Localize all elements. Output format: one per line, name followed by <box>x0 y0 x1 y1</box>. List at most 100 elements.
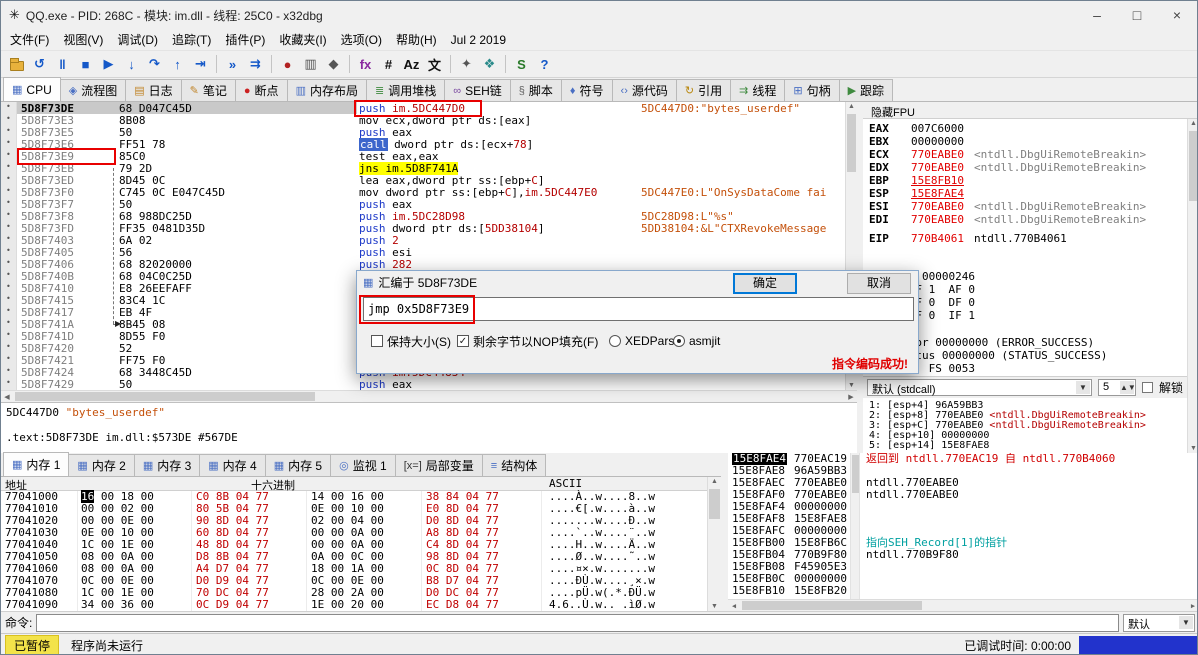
stack-vscrollbar[interactable] <box>850 453 860 599</box>
tab-script[interactable]: § 脚本 <box>509 79 562 101</box>
dump-pane[interactable]: 地址 十六进制 ASCII 77041000 16 00 18 00 C0 8B 0… <box>1 477 707 611</box>
argument-row[interactable]: 2: [esp+8] 770EABE0 <ntdll.DbgUiRemoteBr… <box>863 410 1187 420</box>
disasm-row[interactable]: • 5D8F73E6 FF51 78 call dword ptr ds:[ecx+7… <box>1 138 845 151</box>
disasm-row[interactable]: • 5D8F7429 50 push eax <box>1 378 845 390</box>
scroll-left-icon[interactable]: ◀ <box>730 602 738 610</box>
breakpoint-dot-icon[interactable]: • <box>6 366 11 375</box>
breakpoint-dot-icon[interactable]: • <box>6 270 11 279</box>
menu-favourites[interactable]: 收藏夹(I) <box>272 29 333 50</box>
disasm-row[interactable]: • 5D8F73E5 50 push eax <box>1 126 845 139</box>
breakpoint-dot-icon[interactable]: • <box>6 210 11 219</box>
scroll-left-icon[interactable]: ◀ <box>3 393 11 401</box>
tab-call-stack[interactable]: ≣ 调用堆栈 <box>365 79 446 101</box>
maximize-button[interactable]: □ <box>1117 1 1157 29</box>
breakpoint-dot-icon[interactable]: • <box>6 138 11 147</box>
stop-icon[interactable]: ■ <box>75 54 96 75</box>
step-into-icon[interactable]: ↓ <box>121 54 142 75</box>
breakpoint-dot-icon[interactable]: • <box>6 354 11 363</box>
run-icon[interactable]: ▶ <box>98 54 119 75</box>
command-input[interactable] <box>36 613 1119 632</box>
argument-row[interactable]: 1: [esp+4] 96A59BB3 <box>863 400 1187 410</box>
tab-memory-5[interactable]: ▦ 内存 5 <box>264 454 332 476</box>
argument-row[interactable]: 5: [esp+14] 15E8FAE8 <box>863 440 1187 450</box>
scroll-down-icon[interactable]: ▼ <box>708 603 721 610</box>
hardware-breakpoint-icon[interactable]: ◆ <box>323 54 344 75</box>
register-row-ecx[interactable]: ECX 770EABE0 <ntdll.DbgUiRemoteBreakin> <box>863 148 1187 161</box>
breakpoint-dot-icon[interactable]: • <box>6 102 11 111</box>
step-out-icon[interactable]: ↑ <box>167 54 188 75</box>
registers-scrollbar[interactable]: ▲ ▼ <box>1187 119 1197 453</box>
tab-memory-2[interactable]: ▦ 内存 2 <box>68 454 135 476</box>
disasm-row[interactable]: • 5D8F73ED 8D45 0C lea eax,dword ptr ss:[eb… <box>1 174 845 187</box>
disasm-row[interactable]: • 5D8F7405 56 push esi <box>1 246 845 259</box>
menu-plugins[interactable]: 插件(P) <box>218 29 272 50</box>
menu-help[interactable]: 帮助(H) <box>389 29 444 50</box>
breakpoint-dot-icon[interactable]: • <box>6 150 11 159</box>
language-icon[interactable]: 文 <box>424 54 445 75</box>
help-icon[interactable]: ? <box>534 54 555 75</box>
step-over-icon[interactable]: ↷ <box>144 54 165 75</box>
argument-row[interactable]: 4: [esp+10] 00000000 <box>863 430 1187 440</box>
disasm-row[interactable]: • 5D8F7406 68 82020000 push 282 <box>1 258 845 271</box>
scylla-icon[interactable]: S <box>511 54 532 75</box>
disassembly-hscrollbar[interactable]: ◀ ▶ <box>1 390 857 402</box>
breakpoint-dot-icon[interactable]: • <box>6 126 11 135</box>
breakpoint-dot-icon[interactable]: • <box>6 294 11 303</box>
unlock-checkbox[interactable] <box>1141 382 1153 393</box>
breakpoint-dot-icon[interactable]: • <box>6 306 11 315</box>
breakpoint-dot-icon[interactable]: • <box>6 234 11 243</box>
breakpoint-dot-icon[interactable]: • <box>6 162 11 171</box>
pause-icon[interactable]: ‖ <box>52 54 73 75</box>
register-row-ebp[interactable]: EBP 15E8FB10 <box>863 174 1187 187</box>
stack-pane[interactable]: 15E8FAE4 770EAC19 返回到 ntdll.770EAC19 自 ntd… <box>728 453 1197 611</box>
tab-memory-4[interactable]: ▦ 内存 4 <box>199 454 266 476</box>
tab-references[interactable]: ↻ 引用 <box>675 79 732 101</box>
breakpoint-dot-icon[interactable]: • <box>6 258 11 267</box>
cancel-button[interactable]: 取消 <box>847 273 911 294</box>
scroll-right-icon[interactable]: ▶ <box>847 393 855 401</box>
tab-seh[interactable]: ∞ SEH链 <box>444 79 511 101</box>
scroll-up-icon[interactable]: ▲ <box>846 103 857 110</box>
breakpoint-dot-icon[interactable]: • <box>6 378 11 387</box>
scroll-up-icon[interactable]: ▲ <box>708 478 721 485</box>
breakpoint-dot-icon[interactable]: • <box>6 186 11 195</box>
stack-hscrollbar[interactable]: ◀ ▶ <box>728 599 1197 611</box>
scroll-down-icon[interactable]: ▼ <box>1188 445 1197 452</box>
argument-row[interactable]: 3: [esp+C] 770EABE0 <ntdll.DbgUiRemoteBr… <box>863 420 1187 430</box>
highlight-fx-icon[interactable]: fx <box>355 54 376 75</box>
breakpoint-dot-icon[interactable]: • <box>6 198 11 207</box>
register-row-edi[interactable]: EDI 770EABE0 <ntdll.DbgUiRemoteBreakin> <box>863 213 1187 226</box>
tab-cpu[interactable]: ▦ CPU <box>3 77 61 101</box>
calling-convention-select[interactable]: 默认 (stdcall) ▼ <box>867 379 1092 396</box>
restart-icon[interactable]: ↺ <box>29 54 50 75</box>
close-button[interactable]: × <box>1157 1 1197 29</box>
run-to-cursor-icon[interactable]: ⇥ <box>190 54 211 75</box>
register-row-edx[interactable]: EDX 770EABE0 <ntdll.DbgUiRemoteBreakin> <box>863 161 1187 174</box>
scroll-up-icon[interactable]: ▲ <box>1188 120 1197 127</box>
breakpoint-dot-icon[interactable]: • <box>6 222 11 231</box>
hide-fpu-button[interactable]: 隐藏FPU <box>863 102 1197 119</box>
plugin-icon[interactable]: ❖ <box>479 54 500 75</box>
bottom-splitter[interactable] <box>721 453 728 611</box>
breakpoint-dot-icon[interactable]: • <box>6 330 11 339</box>
command-profile-select[interactable]: 默认 ▼ <box>1123 613 1195 632</box>
tab-graph[interactable]: ◈ 流程图 <box>59 79 127 101</box>
menu-view[interactable]: 视图(V) <box>56 29 110 50</box>
disasm-row[interactable]: • 5D8F73F0 C745 0C E047C45D mov dword ptr s… <box>1 186 845 199</box>
tab-memory-3[interactable]: ▦ 内存 3 <box>133 454 201 476</box>
tab-notes[interactable]: ✎ 笔记 <box>180 79 236 101</box>
breakpoint-dot-icon[interactable]: • <box>6 114 11 123</box>
register-row-esp[interactable]: ESP 15E8FAE4 <box>863 187 1187 200</box>
disasm-row[interactable]: • 5D8F73F8 68 988DC25D push im.5DC28D98 5DC2… <box>1 210 845 223</box>
memory-map-icon[interactable]: ▥ <box>300 54 321 75</box>
settings-icon[interactable]: ✦ <box>456 54 477 75</box>
disasm-row[interactable]: • 5D8F73EB 79 2D jns im.5D8F741A <box>1 162 845 175</box>
calculator-icon[interactable]: # <box>378 54 399 75</box>
minimize-button[interactable]: – <box>1077 1 1117 29</box>
tab-watch-1[interactable]: ◎ 监视 1 <box>330 454 396 476</box>
assemble-dialog-titlebar[interactable]: ▦ 汇编于 5D8F73DE × <box>357 271 918 293</box>
register-row-ebx[interactable]: EBX 00000000 <box>863 135 1187 148</box>
tab-memory-map[interactable]: ▥ 内存布局 <box>286 79 367 101</box>
breakpoint-dot-icon[interactable]: • <box>6 282 11 291</box>
tab-struct[interactable]: ≡ 结构体 <box>481 454 547 476</box>
